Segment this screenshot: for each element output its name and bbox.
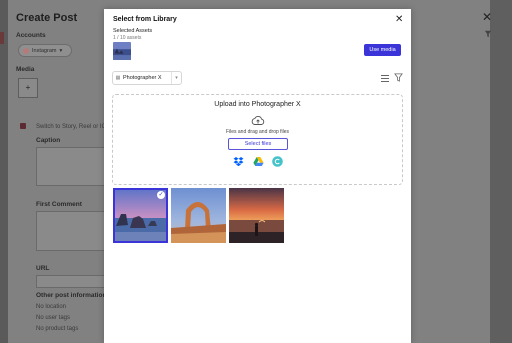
upload-title: Upload into Photographer X [214, 101, 301, 108]
first-comment-label: First Comment [36, 201, 82, 208]
modal-close-icon[interactable]: ✕ [395, 14, 403, 25]
selected-check-icon: ✓ [157, 191, 165, 199]
other-info-label: Other post information [36, 292, 107, 299]
canva-icon[interactable] [272, 156, 283, 167]
instagram-avatar [23, 47, 29, 54]
chevron-down-icon: ▾ [59, 47, 63, 54]
library-folder-select[interactable]: ▦ Photographer X ▾ [112, 71, 182, 85]
no-product-tags-text: No product tags [36, 326, 79, 332]
caption-field[interactable] [36, 147, 106, 186]
chevron-down-icon: ▾ [171, 72, 181, 84]
selected-assets-label: Selected Assets [113, 28, 153, 34]
url-label: URL [36, 265, 50, 272]
add-media-button[interactable]: + [18, 78, 38, 98]
media-label: Media [16, 66, 35, 73]
library-image-delicate-arch[interactable] [171, 188, 226, 243]
selected-asset-thumbnail[interactable] [113, 42, 131, 60]
no-location-text: No location [36, 304, 67, 310]
google-drive-icon[interactable] [253, 156, 264, 167]
modal-title: Select from Library [113, 16, 177, 23]
story-toggle[interactable] [20, 123, 26, 129]
select-from-library-modal: Select from Library ✕ Selected Assets 1 … [104, 9, 411, 343]
background-right-strip [490, 0, 512, 343]
cloud-upload-icon [251, 116, 265, 125]
library-image-sea-stacks[interactable]: ✓ [113, 188, 168, 243]
use-media-button[interactable]: Use media [364, 44, 401, 56]
filter-icon[interactable] [394, 73, 403, 82]
upload-hint: Files and drag and drop files [225, 129, 290, 135]
no-user-tags-text: No user tags [36, 315, 71, 321]
background-tab-marker [0, 32, 4, 44]
create-post-close-icon[interactable]: ✕ [482, 10, 492, 24]
select-files-button[interactable]: Select files [228, 138, 288, 150]
accounts-label: Accounts [16, 32, 46, 39]
list-view-icon[interactable] [381, 75, 389, 82]
upload-dropzone[interactable]: Upload into Photographer X Files and dra… [112, 94, 403, 185]
dropbox-icon[interactable] [233, 156, 244, 167]
library-image-beach-sunset[interactable] [229, 188, 284, 243]
first-comment-field[interactable] [36, 211, 106, 251]
account-chip-label: Instagram [32, 47, 57, 54]
caption-label: Caption [36, 137, 61, 144]
url-field[interactable] [36, 275, 106, 288]
selected-assets-count: 1 / 10 assets [113, 35, 142, 41]
library-folder-label: Photographer X [123, 75, 162, 81]
folder-icon: ▦ [115, 75, 121, 81]
account-chip[interactable]: Instagram ▾ [18, 44, 72, 57]
background-sidebar [0, 0, 8, 343]
create-post-title: Create Post [16, 12, 78, 24]
create-post-filter-icon[interactable] [484, 30, 492, 38]
